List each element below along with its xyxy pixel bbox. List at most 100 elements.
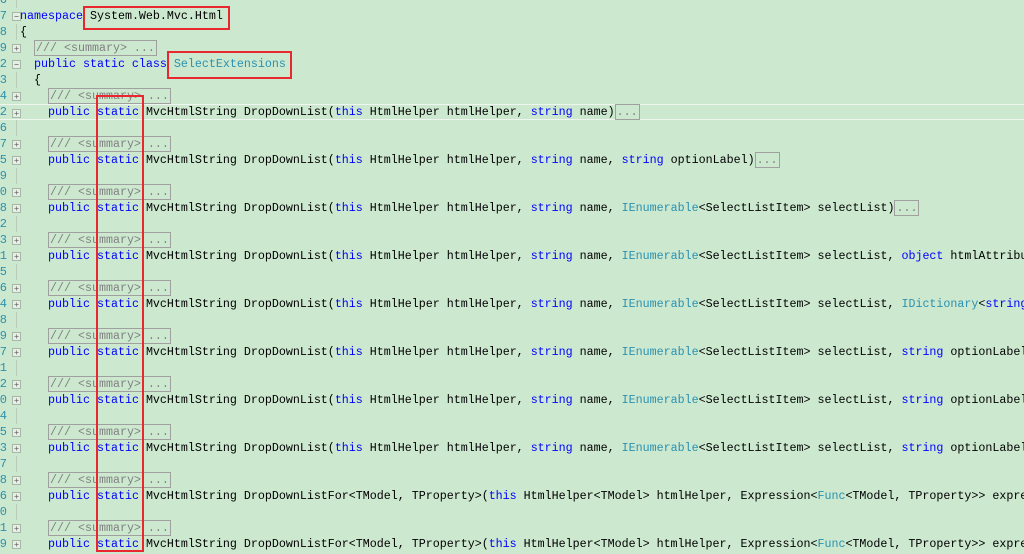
expand-outline-icon[interactable]: + [12, 476, 21, 485]
expand-outline-icon[interactable]: + [12, 348, 21, 357]
code-line[interactable]: 9 + public static MvcHtmlString DropDownLi… [0, 536, 1024, 552]
code-line[interactable]: 2− public static class SelectExtensions [0, 56, 1024, 72]
code-line[interactable]: 6 + /// <summary> ... [0, 280, 1024, 296]
collapsed-summary-comment[interactable]: /// <summary> ... [48, 232, 171, 248]
keyword-token: string [621, 153, 664, 167]
type-token: IEnumerable [621, 393, 699, 407]
collapse-outline-icon[interactable]: − [12, 60, 21, 69]
code-line[interactable]: 8 + public static MvcHtmlString DropDownLi… [0, 200, 1024, 216]
code-token: MvcHtmlString DropDownList( [145, 345, 335, 359]
code-text: public static MvcHtmlString DropDownList… [48, 296, 1024, 312]
code-token: MvcHtmlString DropDownList( [145, 153, 335, 167]
expand-outline-icon[interactable]: + [12, 444, 21, 453]
code-line[interactable]: 0 [0, 504, 1024, 520]
expand-outline-icon[interactable]: + [12, 332, 21, 341]
code-line[interactable]: 0 + /// <summary> ... [0, 184, 1024, 200]
code-line[interactable]: 8 + /// <summary> ... [0, 472, 1024, 488]
expand-outline-icon[interactable]: + [12, 44, 21, 53]
expand-outline-icon[interactable]: + [12, 156, 21, 165]
code-line[interactable]: 1 [0, 360, 1024, 376]
code-text: /// <summary> ... [48, 232, 171, 248]
code-token: <SelectListItem> selectList, [698, 441, 902, 455]
code-line[interactable]: 2 + /// <summary> ... [0, 376, 1024, 392]
expand-outline-icon[interactable]: + [12, 109, 21, 118]
line-number: 5 [0, 425, 7, 439]
code-line[interactable]: 5 [0, 264, 1024, 280]
keyword-token: object [901, 249, 944, 263]
code-line[interactable]: 4 [0, 408, 1024, 424]
outline-guide [16, 168, 17, 184]
code-line[interactable]: 4 + public static MvcHtmlString DropDownLi… [0, 296, 1024, 312]
expand-outline-icon[interactable]: + [12, 204, 21, 213]
keyword-token: public static [48, 201, 146, 215]
code-line[interactable]: 2 [0, 216, 1024, 232]
code-line[interactable]: 7 + public static MvcHtmlString DropDownLi… [0, 344, 1024, 360]
type-token: IEnumerable [621, 201, 699, 215]
collapsed-summary-comment[interactable]: /// <summary> ... [48, 136, 171, 152]
code-text: /// <summary> ... [48, 328, 171, 344]
line-number: 7 [0, 457, 7, 471]
code-line[interactable]: 1 + /// <summary> ... [0, 520, 1024, 536]
collapsed-summary-comment[interactable]: /// <summary> ... [34, 40, 157, 56]
type-token: IEnumerable [621, 345, 699, 359]
code-line[interactable]: 3 + /// <summary> ... [0, 232, 1024, 248]
expand-outline-icon[interactable]: + [12, 140, 21, 149]
code-line[interactable]: 8 [0, 312, 1024, 328]
type-token: Func [817, 537, 846, 551]
code-line[interactable]: 4 + /// <summary> ... [0, 88, 1024, 104]
code-line[interactable]: 9 + /// <summary> ... [0, 40, 1024, 56]
code-line[interactable]: 6 + public static MvcHtmlString DropDownLi… [0, 488, 1024, 504]
code-line[interactable]: 3 + public static MvcHtmlString DropDownLi… [0, 440, 1024, 456]
code-line[interactable]: 6 [0, 0, 1024, 8]
keyword-token: string [530, 201, 573, 215]
code-line[interactable]: 9 [0, 168, 1024, 184]
expand-outline-icon[interactable]: + [12, 524, 21, 533]
collapsed-summary-comment[interactable]: /// <summary> ... [48, 328, 171, 344]
expand-outline-icon[interactable]: + [12, 396, 21, 405]
code-line[interactable]: 1 + public static MvcHtmlString DropDownLi… [0, 248, 1024, 264]
collapsed-body-ellipsis[interactable]: ... [894, 200, 920, 216]
code-line[interactable]: 7 [0, 456, 1024, 472]
collapsed-summary-comment[interactable]: /// <summary> ... [48, 280, 171, 296]
code-line[interactable]: 2 + public static MvcHtmlString DropDownLi… [0, 104, 1024, 120]
code-line[interactable]: 0 + public static MvcHtmlString DropDownLi… [0, 392, 1024, 408]
expand-outline-icon[interactable]: + [12, 92, 21, 101]
code-line[interactable]: 7 + /// <summary> ... [0, 136, 1024, 152]
code-text: public static MvcHtmlString DropDownList… [48, 440, 1024, 456]
code-token: { [20, 25, 27, 39]
code-token: MvcHtmlString DropDownListFor<TModel, TP… [145, 537, 489, 551]
expand-outline-icon[interactable]: + [12, 540, 21, 549]
collapsed-body-ellipsis[interactable]: ... [754, 152, 780, 168]
line-number: 4 [0, 409, 7, 423]
collapsed-body-ellipsis[interactable]: ... [614, 104, 640, 120]
collapsed-summary-comment[interactable]: /// <summary> ... [48, 184, 171, 200]
expand-outline-icon[interactable]: + [12, 300, 21, 309]
line-number: 5 [0, 265, 7, 279]
expand-outline-icon[interactable]: + [12, 492, 21, 501]
expand-outline-icon[interactable]: + [12, 236, 21, 245]
expand-outline-icon[interactable]: + [12, 284, 21, 293]
code-line[interactable]: 8{ [0, 24, 1024, 40]
keyword-token: this [334, 249, 363, 263]
code-line[interactable]: 5 + public static MvcHtmlString DropDownLi… [0, 152, 1024, 168]
collapsed-summary-comment[interactable]: /// <summary> ... [48, 472, 171, 488]
code-editor[interactable]: 6 7− namespace System.Web.Mvc.Html 8{9 +/// … [0, 0, 1024, 552]
code-line[interactable]: 5 + /// <summary> ... [0, 424, 1024, 440]
expand-outline-icon[interactable]: + [12, 252, 21, 261]
collapsed-summary-comment[interactable]: /// <summary> ... [48, 424, 171, 440]
keyword-token: this [488, 489, 517, 503]
expand-outline-icon[interactable]: + [12, 380, 21, 389]
collapsed-summary-comment[interactable]: /// <summary> ... [48, 376, 171, 392]
expand-outline-icon[interactable]: + [12, 188, 21, 197]
collapsed-summary-comment[interactable]: /// <summary> ... [48, 88, 171, 104]
keyword-token: public static [48, 105, 146, 119]
code-line[interactable]: 6 [0, 120, 1024, 136]
code-line[interactable]: 3{ [0, 72, 1024, 88]
code-token: name, [572, 345, 622, 359]
line-number: 6 [0, 121, 7, 135]
expand-outline-icon[interactable]: + [12, 428, 21, 437]
collapsed-summary-comment[interactable]: /// <summary> ... [48, 520, 171, 536]
code-line[interactable]: 9 + /// <summary> ... [0, 328, 1024, 344]
line-number: 3 [0, 73, 7, 87]
code-line[interactable]: 7− namespace System.Web.Mvc.Html [0, 8, 1024, 24]
